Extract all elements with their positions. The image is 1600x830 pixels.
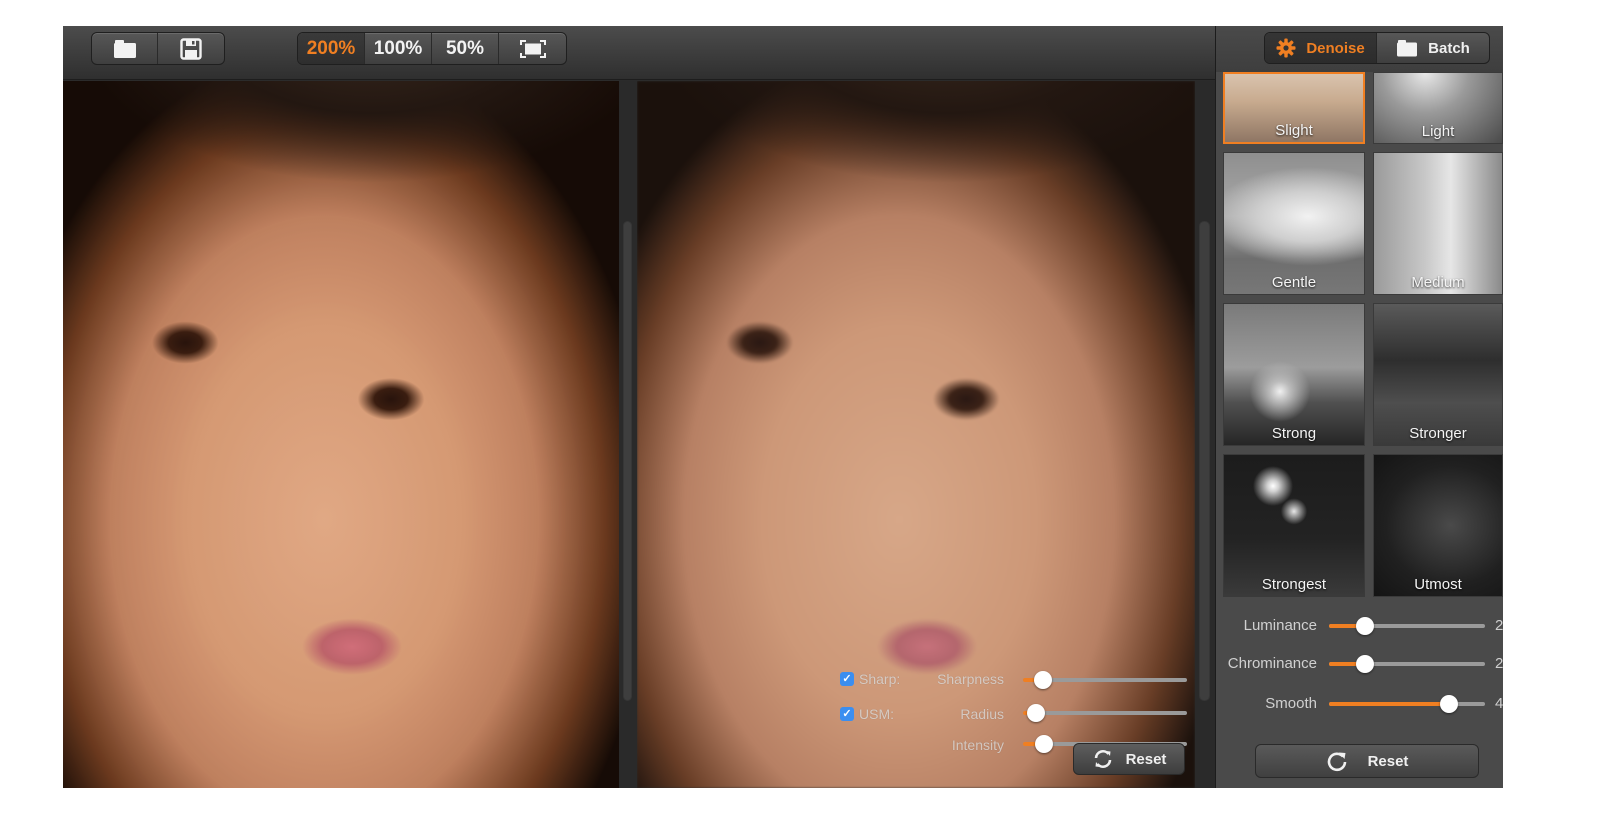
sharp-checkbox[interactable]: ✓ [840, 672, 854, 686]
slider-fill [1329, 702, 1450, 706]
preset-thumbnail [1374, 455, 1502, 596]
slider-knob[interactable] [1033, 671, 1052, 689]
preset-label: Gentle [1271, 274, 1317, 291]
zoom-100-button[interactable]: 100% [365, 33, 432, 64]
fit-screen-icon [519, 39, 546, 58]
preset-label: Strong [1271, 425, 1317, 442]
slider-knob[interactable] [1027, 704, 1046, 722]
slider-track [1023, 711, 1187, 715]
preset-label: Strongest [1261, 576, 1327, 593]
zoom-fit-button[interactable] [499, 33, 566, 64]
luminance-label: Luminance [1243, 617, 1317, 634]
luminance-row: Luminance 2 [1216, 616, 1503, 636]
zoom-200-button[interactable]: 200% [298, 33, 365, 64]
chrominance-row: Chrominance 2 [1216, 654, 1503, 674]
preset-thumbnail [1224, 153, 1364, 294]
original-scrollbar[interactable] [619, 81, 637, 788]
mode-toggle: Denoise Batch [1264, 32, 1490, 64]
scrollbar-thumb[interactable] [623, 221, 632, 701]
smooth-label: Smooth [1265, 695, 1317, 712]
file-button-group [91, 32, 225, 65]
preset-gentle[interactable]: Gentle [1223, 152, 1365, 295]
preset-thumbnail [1224, 455, 1364, 596]
radius-label: Radius [960, 706, 1004, 722]
folder-icon [1397, 40, 1418, 57]
preset-slight[interactable]: Slight [1223, 72, 1365, 144]
preset-label: Light [1421, 123, 1455, 140]
sharpness-slider[interactable] [1023, 671, 1187, 689]
preset-medium[interactable]: Medium [1373, 152, 1503, 295]
preset-label: Medium [1411, 274, 1465, 291]
mode-bar: Denoise Batch [1216, 26, 1503, 72]
original-image-view[interactable] [63, 81, 619, 788]
chrominance-label: Chrominance [1227, 655, 1317, 672]
preset-utmost[interactable]: Utmost [1373, 454, 1503, 597]
settings-sidebar: Denoise Batch Slight Light Gentle Medium… [1215, 26, 1503, 788]
preset-strongest[interactable]: Strongest [1223, 454, 1365, 597]
preset-thumbnail [1224, 304, 1364, 445]
save-button[interactable] [158, 33, 224, 64]
luminance-value: 2 [1495, 617, 1503, 634]
slider-knob[interactable] [1355, 617, 1374, 635]
denoise-reset-button[interactable]: Reset [1255, 744, 1479, 778]
slider-knob[interactable] [1035, 735, 1054, 753]
preset-strong[interactable]: Strong [1223, 303, 1365, 446]
preset-thumbnail [1374, 153, 1502, 294]
folder-icon [113, 39, 136, 58]
refresh-icon [1094, 750, 1111, 768]
chrominance-slider[interactable] [1329, 655, 1485, 673]
save-icon [180, 37, 202, 60]
hair-shading [63, 81, 619, 279]
preset-thumbnail [1374, 304, 1502, 445]
sharpen-reset-label: Reset [1125, 750, 1167, 768]
usm-checkbox[interactable]: ✓ [840, 707, 854, 721]
smooth-slider[interactable] [1329, 695, 1485, 713]
smooth-value: 4 [1495, 695, 1503, 712]
zoom-50-button[interactable]: 50% [432, 33, 499, 64]
preset-grid: Slight Light Gentle Medium Strong Strong… [1223, 72, 1503, 597]
sharp-label: Sharp: [859, 671, 901, 687]
tab-batch[interactable]: Batch [1377, 33, 1489, 63]
preset-label: Slight [1275, 122, 1313, 139]
open-button[interactable] [92, 33, 158, 64]
hair-shading [637, 81, 1195, 279]
sharpen-reset-button[interactable]: Reset [1073, 743, 1185, 775]
preset-light[interactable]: Light [1373, 72, 1503, 144]
preset-label: Stronger [1409, 425, 1467, 442]
toolbar: 200% 100% 50% [63, 26, 1215, 80]
radius-slider[interactable] [1023, 704, 1187, 722]
scrollbar-thumb[interactable] [1199, 221, 1210, 701]
luminance-slider[interactable] [1329, 617, 1485, 635]
gear-icon [1276, 38, 1296, 58]
tab-denoise[interactable]: Denoise [1265, 33, 1377, 63]
sharpness-label: Sharpness [937, 671, 1004, 687]
preset-stronger[interactable]: Stronger [1373, 303, 1503, 446]
tab-denoise-label: Denoise [1306, 39, 1365, 57]
zoom-button-group: 200% 100% 50% [297, 32, 567, 65]
slider-knob[interactable] [1355, 655, 1374, 673]
processed-image-view[interactable]: ✓ Sharp: ✓ USM: Sharpness Radius Intensi… [637, 81, 1195, 788]
reset-icon [1327, 752, 1346, 772]
intensity-label: Intensity [951, 737, 1004, 753]
usm-label: USM: [859, 706, 894, 722]
processed-scrollbar[interactable] [1195, 81, 1215, 788]
slider-knob[interactable] [1440, 695, 1459, 713]
tab-batch-label: Batch [1428, 39, 1470, 57]
chrominance-value: 2 [1495, 655, 1503, 672]
app-window: 200% 100% 50% ✓ Sharp: ✓ USM: Sharpness … [63, 26, 1503, 788]
preset-label: Utmost [1414, 576, 1462, 593]
denoise-reset-label: Reset [1367, 752, 1409, 770]
smooth-row: Smooth 4 [1216, 694, 1503, 714]
